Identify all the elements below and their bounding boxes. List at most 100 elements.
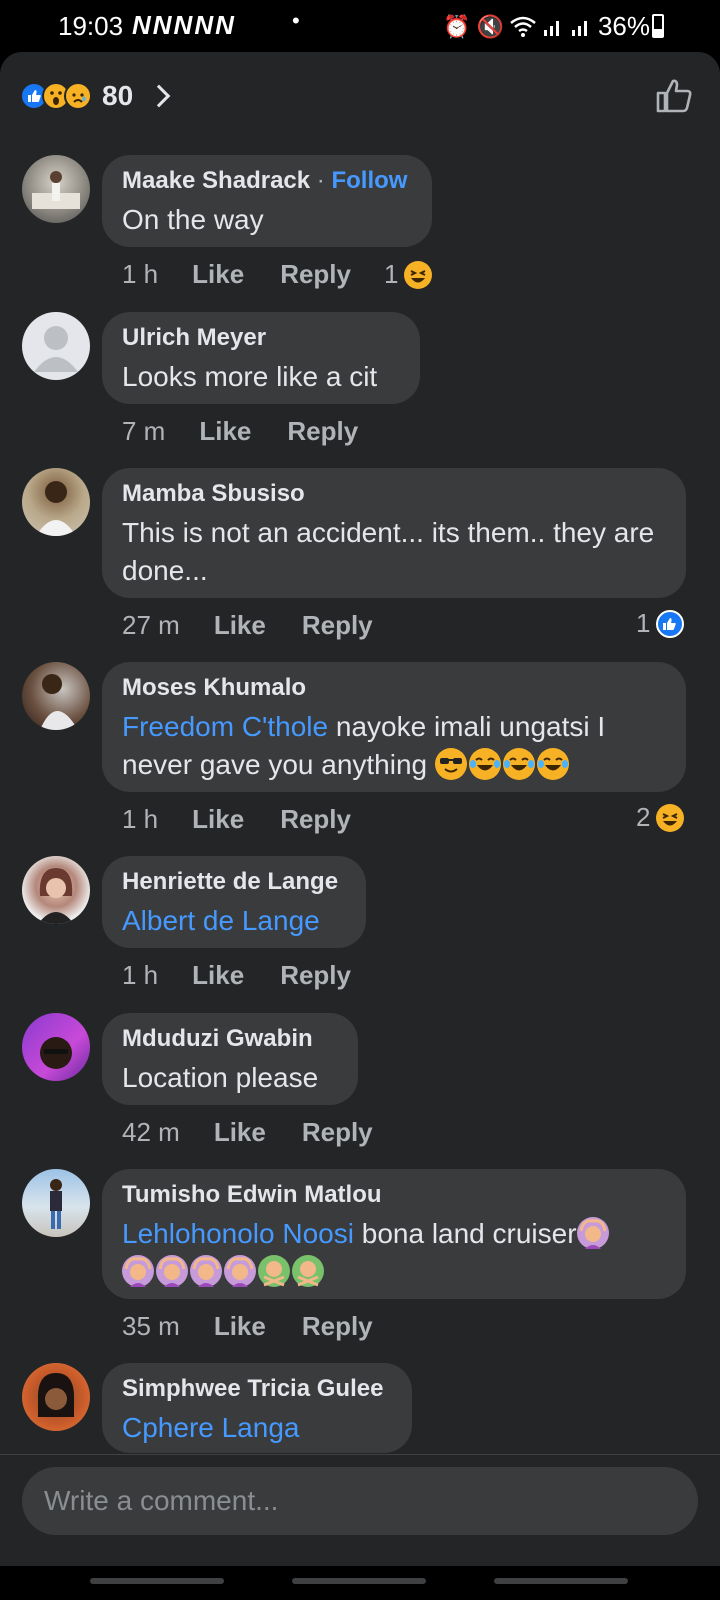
reply-button[interactable]: Reply [287,416,358,447]
like-button[interactable]: Like [214,1311,266,1342]
signal-icon-2 [571,20,587,36]
comment-text-block: Freedom C'thole nayoke imali ungatsi I n… [122,708,666,784]
comment-actions: 35 m Like Reply [122,1311,409,1342]
comment-actions: 1 h Like Reply [122,259,387,290]
battery-fill [654,28,662,36]
follow-button[interactable]: Follow [331,167,407,194]
comment-bubble[interactable]: Maake Shadrack · Follow On the way [102,155,432,247]
notification-icons: NNNNN [132,10,236,40]
comment-bubble[interactable]: Henriette de Lange Albert de Lange [102,856,366,948]
reply-button[interactable]: Reply [280,804,351,835]
comment-author[interactable]: Maake Shadrack [122,167,310,194]
comment-author[interactable]: Simphwee Tricia Gulee [122,1375,392,1403]
nav-recents-button[interactable] [90,1578,224,1584]
comment-author[interactable]: Henriette de Lange [122,868,346,896]
comment-time[interactable]: 27 m [122,610,180,641]
mention-link[interactable]: Freedom C'thole [122,711,328,742]
comment-bubble[interactable]: Tumisho Edwin Matlou Lehlohonolo Noosi b… [102,1169,686,1299]
comment-time[interactable]: 1 h [122,259,158,290]
comment-author[interactable]: Tumisho Edwin Matlou [122,1181,666,1209]
mention-link[interactable]: Lehlohonolo Noosi [122,1218,354,1249]
comment-text: On the way [122,204,264,235]
tears-of-joy-emoji-icon [468,748,501,780]
reply-button[interactable]: Reply [302,1117,373,1148]
notification-dot: • [292,8,300,33]
system-nav-bar [0,1566,720,1600]
comment-text-block: Lehlohonolo Noosi bona land cruiser [122,1215,666,1291]
avatar[interactable] [22,662,90,730]
comment-author[interactable]: Mduduzi Gwabin [122,1025,338,1053]
woman-gesturing-no-emoji-icon [292,1255,324,1287]
chevron-right-icon [147,84,171,108]
comment-author[interactable]: Ulrich Meyer [122,324,400,352]
avatar[interactable] [22,1013,90,1081]
like-button[interactable]: Like [192,804,244,835]
wifi-icon [510,16,536,37]
comment-time[interactable]: 1 h [122,804,158,835]
follow-separator: · [316,167,325,194]
comment-input[interactable]: Write a comment... [22,1467,698,1535]
haha-reaction-icon [656,803,685,832]
avatar[interactable] [22,468,90,536]
reply-button[interactable]: Reply [280,259,351,290]
comment-time[interactable]: 42 m [122,1117,180,1148]
woman-gesturing-no-emoji-icon [258,1255,290,1287]
comment-bubble[interactable]: Ulrich Meyer Looks more like a cit [102,312,420,404]
comment-text: This is not an accident... its them.. th… [122,517,655,586]
comment-author[interactable]: Moses Khumalo [122,674,666,702]
like-button[interactable]: Like [214,610,266,641]
sunglasses-emoji-icon [434,748,467,780]
comment-text: bona land cruiser [353,1218,577,1249]
mention-link[interactable]: Cphere Langa [122,1409,392,1447]
nav-home-button[interactable] [292,1578,426,1584]
comment-bubble[interactable]: Mduduzi Gwabin Location please [102,1013,358,1105]
mention-link[interactable]: Albert de Lange [122,902,346,940]
like-button[interactable]: Like [192,259,244,290]
comment-reaction-count[interactable]: 1 [384,259,433,290]
comment-actions: 1 h Like Reply [122,804,387,835]
like-reaction-icon [656,609,685,638]
comment-reaction-count[interactable]: 1 [636,608,685,639]
alarm-icon: ⏰ [443,13,471,39]
comment-actions: 42 m Like Reply [122,1117,409,1148]
comment-bubble[interactable]: Mamba Sbusiso This is not an accident...… [102,468,686,598]
avatar[interactable] [22,312,90,380]
comments-sheet: 80 Maake Shadrack · Follow On the way 1 … [0,52,720,1600]
comment-time[interactable]: 7 m [122,416,165,447]
reaction-count-value: 1 [636,608,651,638]
woman-gesturing-ok-emoji-icon [156,1255,188,1287]
like-button[interactable]: Like [192,960,244,991]
comment-author-line: Maake Shadrack · Follow [122,167,412,195]
comment-author[interactable]: Mamba Sbusiso [122,480,666,508]
like-button[interactable]: Like [199,416,251,447]
nav-back-button[interactable] [494,1578,628,1584]
reactions-summary[interactable]: 80 [20,76,171,116]
woman-gesturing-ok-emoji-icon [190,1255,222,1287]
avatar[interactable] [22,155,90,223]
signal-icon [543,20,559,36]
reaction-count-value: 1 [384,259,399,289]
woman-gesturing-ok-emoji-icon [122,1255,154,1287]
like-post-icon[interactable] [654,76,694,116]
comment-bubble[interactable]: Simphwee Tricia Gulee Cphere Langa [102,1363,412,1453]
comment-bubble[interactable]: Moses Khumalo Freedom C'thole nayoke ima… [102,662,686,792]
reply-button[interactable]: Reply [302,610,373,641]
sad-reaction-icon [64,82,92,110]
like-button[interactable]: Like [214,1117,266,1148]
comment-actions: 1 h Like Reply [122,960,387,991]
reaction-count: 80 [102,80,134,111]
comment-text: Looks more like a cit [122,361,378,392]
comment-time[interactable]: 1 h [122,960,158,991]
comment-text: Location please [122,1062,319,1093]
comment-actions: 7 m Like Reply [122,416,394,447]
reply-button[interactable]: Reply [302,1311,373,1342]
avatar[interactable] [22,1363,90,1431]
reply-button[interactable]: Reply [280,960,351,991]
avatar[interactable] [22,856,90,924]
avatar[interactable] [22,1169,90,1237]
comment-reaction-count[interactable]: 2 [636,802,685,833]
comment-time[interactable]: 35 m [122,1311,180,1342]
tears-of-joy-emoji-icon [502,748,535,780]
tears-of-joy-emoji-icon [536,748,569,780]
woman-gesturing-ok-emoji-icon [576,1217,609,1249]
